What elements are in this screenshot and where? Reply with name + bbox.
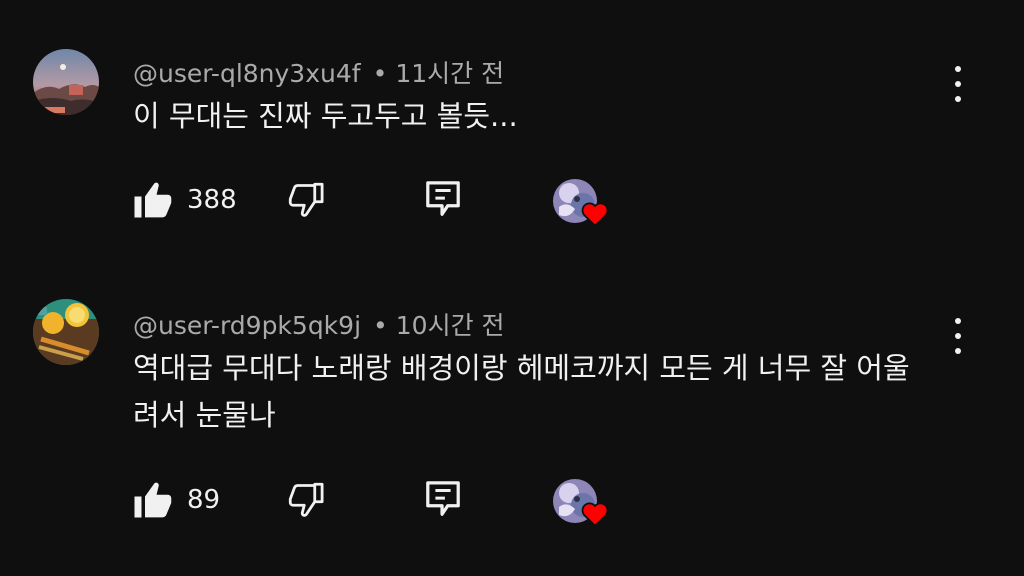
more-options-button[interactable] [940, 64, 976, 104]
thumbs-down-icon [288, 482, 324, 517]
meta-separator: • [372, 59, 388, 88]
comment-text: 이 무대는 진짜 두고두고 볼듯... [133, 99, 518, 133]
avatar[interactable] [33, 299, 99, 365]
creator-heart [553, 179, 609, 231]
reply-icon [426, 181, 460, 216]
heart-icon [581, 502, 609, 527]
dot-icon [955, 318, 961, 324]
comment-time[interactable]: 10시간 전 [396, 311, 505, 340]
thumbs-up-icon [134, 182, 172, 218]
like-button[interactable]: 388 [131, 179, 237, 221]
thumbs-down-icon [288, 182, 324, 217]
dot-icon [955, 348, 961, 354]
like-count: 388 [187, 185, 237, 215]
thumbs-up-icon [134, 482, 172, 518]
author-name[interactable]: @user-ql8ny3xu4f [133, 59, 361, 88]
comment-meta: @user-ql8ny3xu4f • 11시간 전 [133, 54, 504, 90]
dot-icon [955, 96, 961, 102]
author-name[interactable]: @user-rd9pk5qk9j [133, 311, 361, 340]
like-button[interactable]: 89 [131, 479, 220, 521]
dislike-button[interactable] [285, 179, 327, 221]
comment-actions: 388 [0, 179, 1024, 229]
comment-meta: @user-rd9pk5qk9j • 10시간 전 [133, 306, 505, 342]
dislike-button[interactable] [285, 479, 327, 521]
heart-icon [581, 202, 609, 227]
comment-time[interactable]: 11시간 전 [395, 59, 504, 88]
more-options-button[interactable] [940, 316, 976, 356]
comment-actions: 89 [0, 479, 1024, 529]
avatar[interactable] [33, 49, 99, 115]
reply-button[interactable] [424, 479, 462, 521]
reply-button[interactable] [424, 179, 462, 221]
dot-icon [955, 81, 961, 87]
dot-icon [955, 66, 961, 72]
reply-icon [426, 481, 460, 516]
creator-heart [553, 479, 609, 531]
meta-separator: • [373, 311, 388, 340]
like-count: 89 [187, 485, 221, 515]
dot-icon [955, 333, 961, 339]
comment-text: 역대급 무대다 노래랑 배경이랑 헤메코까지 모든 게 너무 잘 어울려서 눈물… [133, 351, 910, 432]
